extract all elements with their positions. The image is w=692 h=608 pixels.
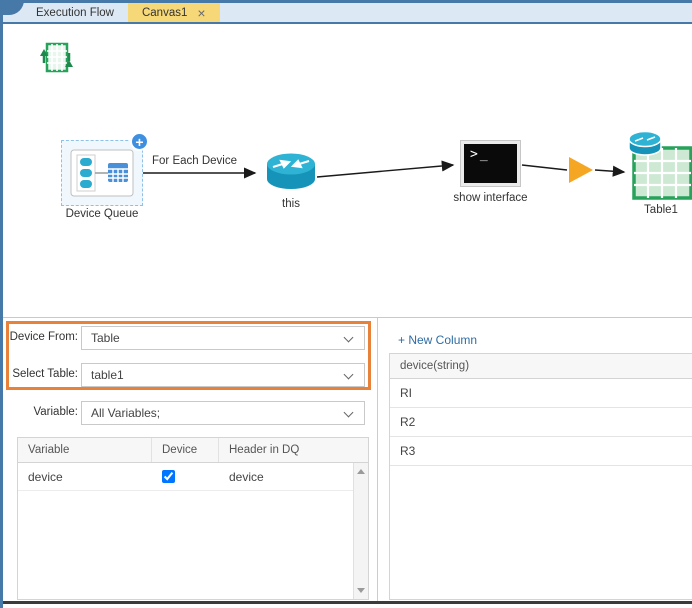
device-from-label: Device From: <box>3 331 78 343</box>
chevron-down-icon <box>344 370 354 380</box>
variables-table-scrollbar[interactable] <box>353 463 368 599</box>
device-from-value: Table <box>91 331 120 345</box>
node-this-label: this <box>265 198 317 210</box>
device-table-header: device(string) <box>390 354 692 379</box>
router-icon[interactable] <box>264 151 318 195</box>
chevron-down-icon <box>344 408 354 418</box>
variables-table: Variable Device Header in DQ device devi… <box>17 437 369 600</box>
device-queue-icon <box>70 149 134 197</box>
terminal-prompt: > <box>470 147 478 162</box>
variable-value: All Variables; <box>91 406 160 420</box>
node-table1-label: Table1 <box>632 204 690 216</box>
device-from-dropdown[interactable]: Table <box>81 326 365 350</box>
flow-canvas[interactable]: + Device Queue For Each Device this >_ s… <box>3 26 692 317</box>
panel-splitter[interactable] <box>377 318 378 601</box>
select-table-label: Select Table: <box>3 368 78 380</box>
tab-canvas1[interactable]: Canvas1 × <box>128 3 220 22</box>
node-table1[interactable] <box>627 127 692 202</box>
flow-step-marker-icon <box>569 157 593 183</box>
loop-table-icon[interactable] <box>39 39 73 77</box>
col-header-device-string: device(string) <box>390 354 692 378</box>
add-device-source-button[interactable]: + <box>130 132 149 151</box>
variables-table-header: Variable Device Header in DQ <box>18 438 368 463</box>
tab-execution-flow-label: Execution Flow <box>36 7 114 19</box>
device-queue-config-panel: Device From: Table Select Table: table1 … <box>3 318 692 601</box>
scroll-up-icon[interactable] <box>357 469 365 474</box>
col-header-device: Device <box>152 438 219 462</box>
device-checkbox[interactable] <box>162 470 175 483</box>
node-show-interface[interactable]: >_ <box>460 140 521 187</box>
select-table-value: table1 <box>91 368 124 382</box>
device-table: device(string) RI R2 R3 <box>389 353 692 600</box>
tab-bar: Execution Flow Canvas1 × <box>0 3 692 24</box>
terminal-cursor: _ <box>480 147 488 162</box>
variable-dropdown[interactable]: All Variables; <box>81 401 365 425</box>
table-row[interactable]: R2 <box>390 408 692 437</box>
table-row[interactable]: RI <box>390 379 692 408</box>
table-row[interactable]: device device <box>18 463 368 491</box>
variable-label: Variable: <box>3 406 78 418</box>
node-device-queue-label: Device Queue <box>53 208 151 220</box>
table-row[interactable]: R3 <box>390 437 692 466</box>
node-device-queue[interactable]: + <box>61 140 143 206</box>
close-icon[interactable]: × <box>197 6 205 20</box>
flow-editor-window: Execution Flow Canvas1 × <box>0 0 692 608</box>
scroll-down-icon[interactable] <box>357 588 365 593</box>
window-bottom-edge <box>3 601 692 604</box>
select-table-dropdown[interactable]: table1 <box>81 363 365 387</box>
edge-for-each-device-label: For Each Device <box>152 155 237 167</box>
terminal-icon: >_ <box>464 144 517 183</box>
cell-header-in-dq: device <box>219 463 368 490</box>
node-show-interface-label: show interface <box>433 192 548 204</box>
tab-execution-flow[interactable]: Execution Flow <box>22 3 128 22</box>
chevron-down-icon <box>344 333 354 343</box>
col-header-header-in-dq: Header in DQ <box>219 438 368 462</box>
col-header-variable: Variable <box>18 438 152 462</box>
new-column-button[interactable]: + New Column <box>398 333 477 347</box>
tab-canvas1-label: Canvas1 <box>142 7 187 19</box>
cell-variable: device <box>18 463 152 490</box>
